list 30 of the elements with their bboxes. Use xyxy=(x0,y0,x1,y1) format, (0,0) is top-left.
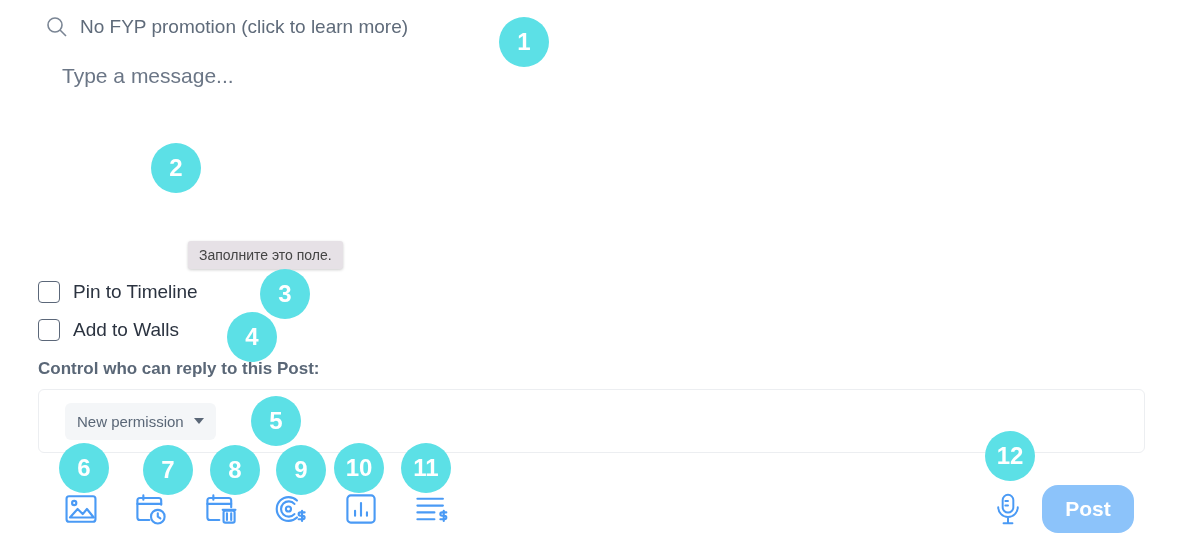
toolbar-button[interactable] xyxy=(344,492,378,526)
toolbar-button[interactable] xyxy=(64,492,98,526)
callout-number: 6 xyxy=(59,443,109,493)
promotion-link[interactable]: No FYP promotion (click to learn more) xyxy=(46,16,409,38)
checkbox-label[interactable]: Add to Walls xyxy=(73,319,179,341)
calendar-trash-icon xyxy=(204,492,238,526)
caret-icon xyxy=(193,418,204,424)
microphone-icon[interactable] xyxy=(996,493,1020,525)
section-label: Control who can reply to this Post: xyxy=(38,359,320,379)
callout-number: 1 xyxy=(499,17,549,67)
search-icon xyxy=(46,16,68,38)
callout-number: 9 xyxy=(276,445,326,495)
bar-chart-icon xyxy=(344,492,378,526)
callout-number: 12 xyxy=(985,431,1035,481)
toolbar-button[interactable] xyxy=(204,492,238,526)
checkbox[interactable] xyxy=(38,281,60,303)
toolbar-button[interactable] xyxy=(134,492,168,526)
callout-number: 11 xyxy=(401,443,451,493)
checkbox-label[interactable]: Pin to Timeline xyxy=(73,281,198,303)
tooltip: Заполните это поле. xyxy=(188,241,343,269)
callout-number: 5 xyxy=(251,396,301,446)
image-icon xyxy=(64,492,98,526)
permission-dropdown[interactable]: New permission xyxy=(65,402,216,440)
callout-number: 10 xyxy=(334,443,384,493)
callout-number: 7 xyxy=(143,445,193,495)
checkbox[interactable] xyxy=(38,319,60,341)
callout-number: 3 xyxy=(260,269,310,319)
callout-number: 8 xyxy=(210,445,260,495)
callout-number: 4 xyxy=(227,312,277,362)
calendar-clock-icon xyxy=(134,492,168,526)
